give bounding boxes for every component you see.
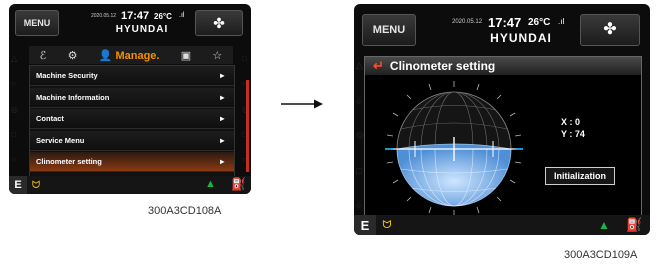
- chevron-right-icon: ►: [218, 92, 226, 102]
- tab-manage[interactable]: 👤 Manage.: [99, 49, 160, 62]
- indicator-icon: ◎: [11, 104, 18, 114]
- inclination-globe: [385, 81, 523, 216]
- turtle-icon: ▲: [598, 218, 610, 232]
- header-date: 2020.05.12: [452, 19, 483, 25]
- menu-item-machine-security[interactable]: Machine Security ►: [30, 66, 234, 86]
- initialization-button[interactable]: Initialization: [545, 167, 615, 185]
- menu-button[interactable]: MENU: [15, 10, 59, 36]
- tab-favorite-icon[interactable]: ☆: [212, 49, 222, 62]
- fuel-icon: ⛽: [626, 217, 643, 232]
- header-time: 17:47: [121, 10, 150, 22]
- figure-code-2: 300A3CD109A: [564, 249, 638, 261]
- menu-item-label: Service Menu: [36, 135, 85, 145]
- indicator-icon: □: [242, 54, 247, 63]
- gear-indicator: E: [354, 215, 376, 235]
- menu-item-machine-information[interactable]: Machine Information ►: [30, 87, 234, 108]
- chevron-right-icon: ►: [218, 135, 226, 145]
- header-brand: HYUNDAI: [490, 31, 552, 45]
- x-axis-readout: X : 0: [561, 117, 581, 127]
- clinometer-dialog: ↵ Clinometer setting X: 0 Y: 74 Initia…: [364, 56, 642, 222]
- status-bar: E ᗢ ▲ ⛽: [354, 215, 650, 235]
- turtle-icon: ▲: [205, 178, 216, 190]
- y-axis-readout: Y : 74: [561, 129, 585, 139]
- header-temperature: 26°C: [154, 12, 172, 21]
- header-date: 2020.05.12: [91, 13, 117, 19]
- indicator-icon: ○: [11, 79, 16, 89]
- figure-code-1: 300A3CD108A: [148, 205, 222, 217]
- status-bar: E ᗢ ▲ ⛽: [9, 176, 251, 194]
- manage-menu-list: Machine Security ► Machine Information ►…: [29, 65, 235, 181]
- fan-icon: ✤: [213, 15, 225, 31]
- header-brand: HYUNDAI: [115, 24, 169, 35]
- screen-manage-menu: MENU 2020.05.12 17:47 26°C .ıl HYUNDAI ✤…: [9, 4, 251, 194]
- menu-item-label: Clinometer setting: [36, 157, 102, 166]
- header-temperature: 26°C: [528, 17, 551, 28]
- header-time: 17:47: [488, 15, 522, 30]
- left-indicator-column: △ ○ ◎ □ ○: [356, 60, 364, 210]
- indicator-icon: △: [356, 60, 363, 70]
- indicator-icon: □: [11, 129, 16, 139]
- menu-item-label: Machine Information: [36, 92, 110, 102]
- fuel-icon: ⛽: [231, 177, 246, 191]
- gear-indicator: E: [9, 176, 27, 194]
- signal-icon: .ıl: [179, 12, 185, 19]
- dialog-title: Clinometer setting: [389, 59, 496, 73]
- dialog-header: ↵ Clinometer setting: [365, 57, 641, 75]
- indicator-icon: ○: [356, 200, 362, 210]
- person-icon: 👤: [98, 49, 113, 62]
- indicator-icon: ○: [11, 155, 16, 164]
- chevron-right-icon: ►: [218, 71, 226, 80]
- tab-display-icon[interactable]: ▣: [181, 49, 191, 62]
- left-indicator-column: △ ○ ◎ □ ○: [11, 54, 18, 164]
- menu-item-clinometer-setting[interactable]: Clinometer setting ►: [30, 152, 234, 172]
- indicator-icon: ○: [356, 95, 362, 106]
- chevron-right-icon: ►: [218, 114, 226, 123]
- indicator-icon: △: [11, 54, 18, 63]
- menu-scrollbar[interactable]: [246, 80, 249, 172]
- chevron-right-icon: ►: [218, 157, 226, 166]
- menu-item-label: Contact: [36, 114, 64, 123]
- arrow-right-icon: [281, 99, 323, 109]
- work-mode-icon: ᗢ: [382, 218, 392, 231]
- tab-monitoring-icon[interactable]: ℰ: [40, 49, 47, 62]
- tab-settings-icon[interactable]: ⚙: [68, 49, 78, 62]
- menu-item-contact[interactable]: Contact ►: [30, 109, 234, 129]
- indicator-icon: □: [356, 165, 362, 176]
- menu-item-label: Machine Security: [36, 71, 98, 80]
- work-mode-icon: ᗢ: [31, 179, 41, 191]
- tab-manage-label: Manage.: [115, 49, 160, 62]
- fan-button[interactable]: ✤: [580, 14, 640, 46]
- indicator-icon: ◎: [356, 130, 364, 140]
- menu-tab-bar: ℰ ⚙ 👤 Manage. ▣ ☆: [29, 46, 233, 64]
- screen-clinometer-setting: MENU 2020.05.12 17:47 26°C .ıl HYUNDAI ✤…: [354, 4, 650, 235]
- fan-icon: ✤: [603, 21, 617, 38]
- fan-button[interactable]: ✤: [195, 10, 243, 36]
- back-arrow-icon[interactable]: ↵: [373, 58, 384, 74]
- menu-button[interactable]: MENU: [362, 14, 416, 46]
- menu-item-service-menu[interactable]: Service Menu ►: [30, 130, 234, 151]
- signal-icon: .ıl: [558, 17, 565, 26]
